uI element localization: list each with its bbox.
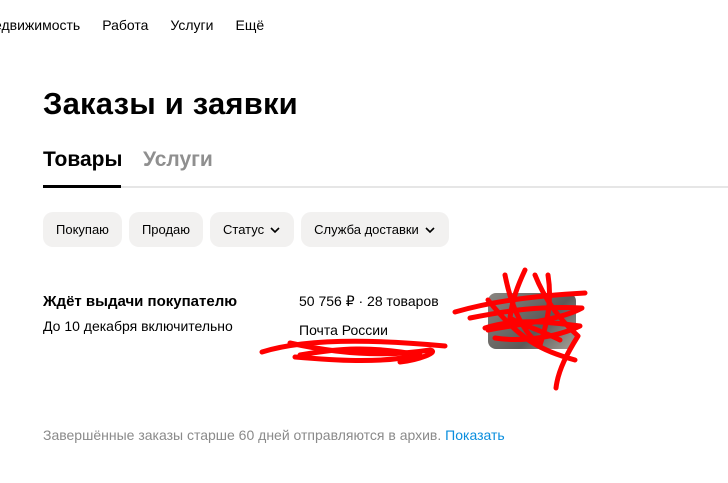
filter-selling-label: Продаю [141, 222, 191, 237]
active-tab-indicator [43, 185, 121, 188]
filters-bar: Покупаю Продаю Статус Служба доставки [43, 212, 456, 247]
filter-delivery-dropdown[interactable]: Служба доставки [301, 212, 449, 247]
nav-realty[interactable]: едвижимость [0, 17, 80, 33]
order-status: Ждёт выдачи покупателю [43, 293, 238, 310]
page-title: Заказы и заявки [43, 86, 298, 121]
tabs-bar: Товары Услуги [43, 146, 728, 188]
tabs-divider [43, 186, 728, 188]
tab-services[interactable]: Услуги [143, 148, 213, 172]
nav-more[interactable]: Ещё [235, 17, 264, 33]
tab-goods[interactable]: Товары [43, 148, 122, 172]
order-due-date: До 10 декабря включительно [43, 318, 233, 334]
filter-status-dropdown[interactable]: Статус [210, 212, 295, 247]
filter-selling-button[interactable]: Продаю [128, 212, 204, 247]
show-archive-link[interactable]: Показать [445, 427, 505, 443]
nav-services[interactable]: Услуги [170, 17, 213, 33]
archive-note: Завершённые заказы старше 60 дней отправ… [43, 427, 505, 443]
top-navigation: едвижимость Работа Услуги Ещё [0, 16, 286, 34]
archive-note-text: Завершённые заказы старше 60 дней отправ… [43, 427, 442, 443]
filter-status-label: Статус [223, 222, 265, 237]
filter-buying-button[interactable]: Покупаю [43, 212, 122, 247]
chevron-down-icon [425, 226, 435, 233]
nav-jobs[interactable]: Работа [102, 17, 148, 33]
chevron-down-icon [270, 226, 280, 233]
order-summary: 50 756 ₽ · 28 товаров [299, 293, 439, 309]
order-carrier: Почта России [299, 322, 388, 338]
filter-delivery-label: Служба доставки [314, 222, 419, 237]
filter-buying-label: Покупаю [56, 222, 109, 237]
order-card[interactable]: Ждёт выдачи покупателю До 10 декабря вкл… [43, 293, 683, 363]
order-product-thumbnail [488, 293, 576, 349]
